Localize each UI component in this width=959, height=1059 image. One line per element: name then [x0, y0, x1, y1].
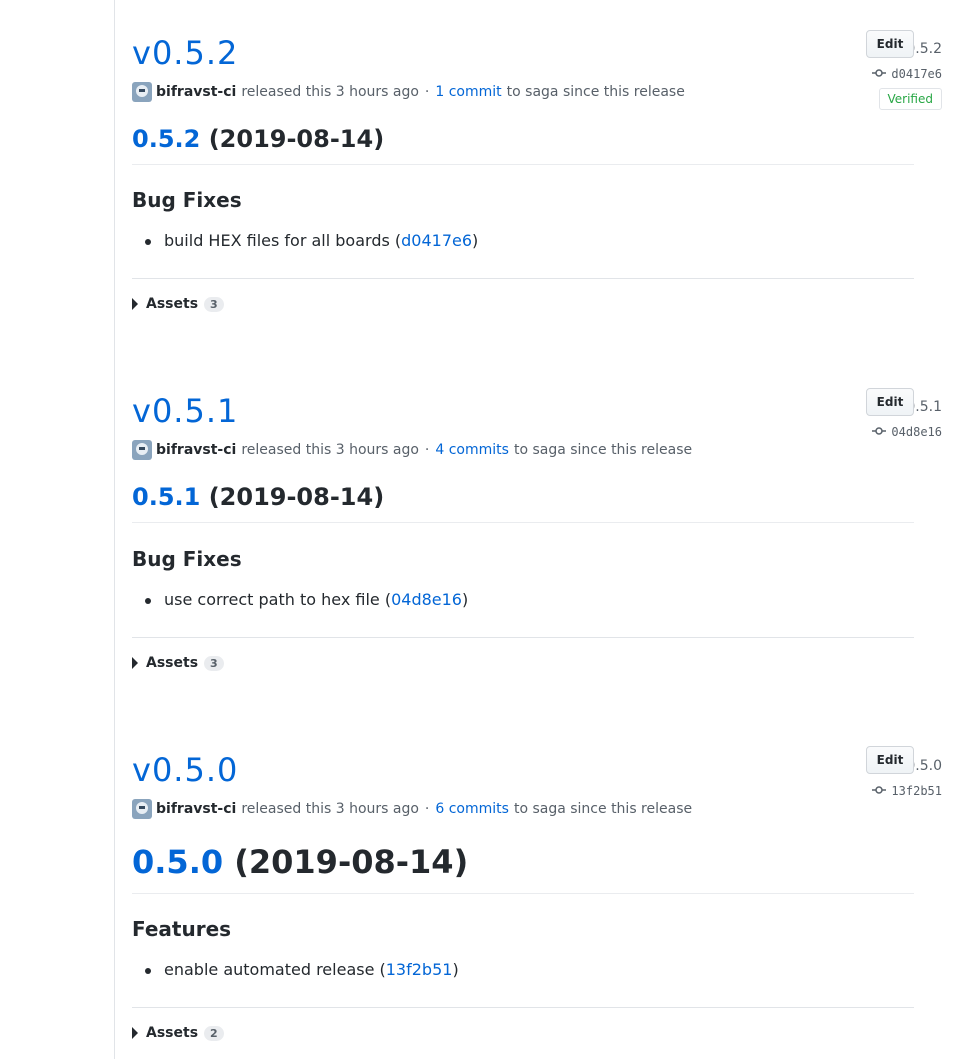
commits-link[interactable]: 1 commit — [435, 84, 501, 100]
author-link[interactable]: bifravst-ci — [156, 801, 236, 817]
commits-link[interactable]: 6 commits — [435, 801, 509, 817]
meta-separator: · — [424, 801, 430, 817]
list-item-close: ) — [452, 960, 459, 979]
author-link[interactable]: bifravst-ci — [156, 84, 236, 100]
release-title[interactable]: v0.5.2 — [132, 34, 238, 72]
list-item-close: ) — [472, 231, 479, 250]
section-heading: Features — [132, 917, 232, 941]
list-item: enable automated release (13f2b51) — [145, 960, 459, 979]
edit-button[interactable]: Edit — [866, 388, 914, 416]
commit-ref-link[interactable]: 04d8e16 — [391, 590, 462, 609]
assets-label: Assets — [146, 655, 199, 671]
divider — [132, 278, 914, 279]
section-heading: Bug Fixes — [132, 188, 242, 212]
release-meta: bifravst-ci released this 3 hours ago · … — [132, 440, 692, 460]
list-item: use correct path to hex file (04d8e16) — [144, 590, 469, 609]
author-link[interactable]: bifravst-ci — [156, 442, 236, 458]
heading-version-link[interactable]: 0.5.2 — [132, 125, 200, 153]
commit-link[interactable]: 13f2b51 — [872, 784, 942, 798]
edit-button[interactable]: Edit — [866, 746, 914, 774]
release-title[interactable]: v0.5.0 — [132, 751, 238, 789]
section-heading: Bug Fixes — [132, 547, 242, 571]
assets-toggle[interactable]: Assets 3 — [132, 655, 224, 671]
commit-sha: 13f2b51 — [891, 784, 942, 798]
heading-version-link[interactable]: 0.5.0 — [132, 843, 223, 881]
caret-right-icon — [132, 298, 138, 310]
release-meta: bifravst-ci released this 3 hours ago · … — [132, 82, 685, 102]
avatar[interactable] — [132, 799, 152, 819]
verified-badge[interactable]: Verified — [878, 88, 942, 110]
assets-count: 3 — [204, 655, 224, 671]
heading-date: (2019-08-14) — [208, 483, 385, 511]
edit-button[interactable]: Edit — [866, 30, 914, 58]
meta-separator: · — [424, 84, 430, 100]
assets-count: 2 — [204, 1025, 224, 1041]
divider — [132, 637, 914, 638]
timeline-divider — [114, 0, 115, 1059]
assets-toggle[interactable]: Assets 2 — [132, 1025, 224, 1041]
commit-ref-link[interactable]: d0417e6 — [401, 231, 472, 250]
avatar[interactable] — [132, 82, 152, 102]
commit-link[interactable]: 04d8e16 — [872, 425, 942, 439]
list-item-text: enable automated release ( — [164, 960, 386, 979]
git-commit-icon — [872, 67, 887, 81]
released-text: released this 3 hours ago — [241, 801, 419, 817]
release-title[interactable]: v0.5.1 — [132, 392, 238, 430]
list-item-close: ) — [461, 590, 469, 609]
git-commit-icon — [872, 425, 887, 439]
commit-sha: 04d8e16 — [891, 425, 942, 439]
heading-date: (2019-08-14) — [208, 125, 385, 153]
commits-suffix: to saga since this release — [513, 442, 693, 458]
commit-sha: d0417e6 — [891, 67, 942, 81]
list-item-text: use correct path to hex file ( — [164, 590, 392, 609]
released-text: released this 3 hours ago — [241, 442, 419, 458]
commits-suffix: to saga since this release — [506, 84, 685, 100]
release-notes-heading: 0.5.2 (2019-08-14) — [132, 125, 914, 165]
heading-date: (2019-08-14) — [234, 843, 469, 881]
assets-label: Assets — [146, 1025, 199, 1041]
release-notes-heading: 0.5.1 (2019-08-14) — [132, 483, 914, 523]
commits-link[interactable]: 4 commits — [435, 442, 509, 458]
git-commit-icon — [872, 784, 887, 798]
commit-ref-link[interactable]: 13f2b51 — [386, 960, 453, 979]
caret-right-icon — [132, 1027, 138, 1039]
avatar[interactable] — [132, 440, 152, 460]
assets-count: 3 — [204, 296, 224, 312]
commit-link[interactable]: d0417e6 — [872, 67, 942, 81]
released-text: released this 3 hours ago — [241, 84, 419, 100]
assets-label: Assets — [146, 296, 199, 312]
caret-right-icon — [132, 657, 138, 669]
list-item: build HEX files for all boards (d0417e6) — [144, 231, 479, 250]
commits-suffix: to saga since this release — [513, 801, 693, 817]
divider — [132, 1007, 914, 1008]
assets-toggle[interactable]: Assets 3 — [132, 296, 224, 312]
release-meta: bifravst-ci released this 3 hours ago · … — [132, 799, 692, 819]
release-notes-heading: 0.5.0 (2019-08-14) — [132, 843, 914, 894]
list-item-text: build HEX files for all boards ( — [164, 231, 402, 250]
heading-version-link[interactable]: 0.5.1 — [132, 483, 200, 511]
meta-separator: · — [424, 442, 430, 458]
